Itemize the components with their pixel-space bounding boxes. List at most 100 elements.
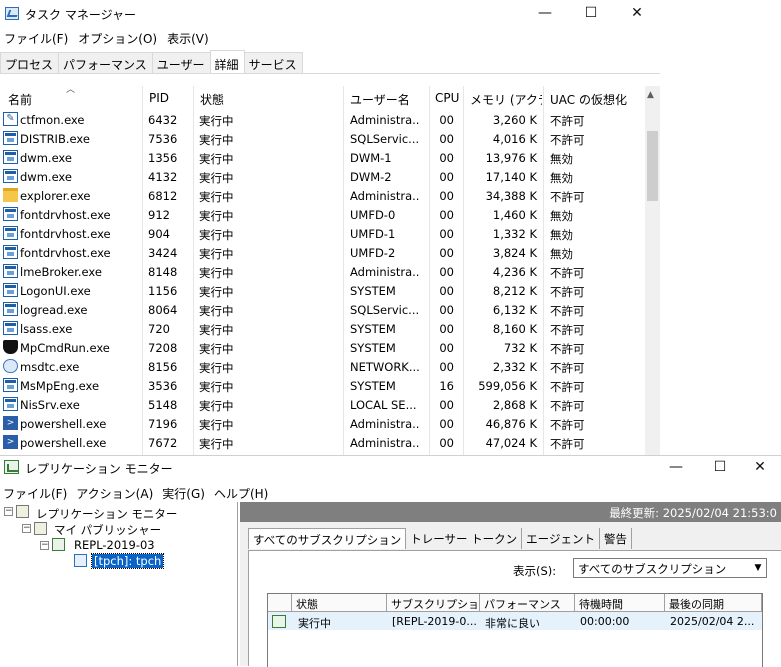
process-user: SYSTEM (350, 284, 396, 298)
table-row[interactable]: dwm.exe 4132 実行中 DWM-2 00 17,140 K 無効 (0, 167, 645, 186)
powershell-icon: > (3, 435, 18, 449)
powershell-icon: > (3, 416, 18, 430)
tree-node-publication[interactable]: REPL-2019-03 (74, 538, 155, 552)
table-row[interactable]: lmeBroker.exe 8148 実行中 Administra... 00 4,236… (0, 262, 645, 281)
column-status[interactable]: 状態 (292, 594, 387, 612)
column-icon[interactable] (268, 594, 292, 612)
process-memory: 732 K (503, 341, 537, 355)
process-name: powershell.exe (20, 417, 107, 431)
scroll-thumb[interactable] (647, 131, 658, 201)
tab-performance[interactable]: パフォーマンス (58, 52, 153, 73)
tab-processes[interactable]: プロセス (0, 52, 60, 73)
process-user: NETWORK... (350, 360, 420, 374)
column-performance[interactable]: パフォーマンス (480, 594, 575, 612)
column-cpu[interactable]: CPU (435, 91, 459, 105)
table-row[interactable]: NisSrv.exe 5148 実行中 LOCAL SE... 00 2,868 K 不許可 (0, 395, 645, 414)
tab-users[interactable]: ユーザー (151, 52, 211, 73)
process-status: 実行中 (199, 209, 234, 223)
table-row[interactable]: fontdrvhost.exe 3424 実行中 UMFD-2 00 3,824 K 無効 (0, 243, 645, 262)
process-pid: 7672 (148, 436, 178, 450)
process-name: ctfmon.exe (20, 113, 85, 127)
tree-node-subscription[interactable]: [tpch]: tpch (90, 553, 165, 569)
table-row[interactable]: fontdrvhost.exe 904 実行中 UMFD-1 00 1,332 K 無効 (0, 224, 645, 243)
process-pid: 720 (148, 322, 170, 336)
menu-view[interactable]: 表示(V) (163, 28, 215, 47)
minimize-button[interactable]: — (653, 456, 699, 480)
table-row[interactable]: msdtc.exe 8156 実行中 NETWORK... 00 2,332 K 不許可 (0, 357, 645, 376)
table-row[interactable]: LogonUI.exe 1156 実行中 SYSTEM 00 8,212 K 不許可 (0, 281, 645, 300)
table-row[interactable]: 実行中 [REPL-2019-0... 非常に良い 00:00:00 2025/… (268, 612, 762, 630)
close-button[interactable]: ✕ (614, 0, 660, 28)
menu-file[interactable]: ファイル(F) (0, 28, 74, 47)
table-row[interactable]: DISTRIB.exe 7536 実行中 SQLServic... 00 4,016 K 不… (0, 129, 645, 148)
tree-node-root[interactable]: レプリケーション モニター (36, 506, 177, 522)
process-status: 実行中 (199, 361, 234, 375)
tab-services[interactable]: サービス (243, 52, 303, 73)
process-pid: 904 (148, 227, 170, 241)
close-button[interactable]: ✕ (737, 456, 781, 480)
process-cpu: 00 (439, 246, 454, 260)
column-name[interactable]: 名前 (8, 91, 32, 108)
process-name: DISTRIB.exe (20, 132, 90, 146)
table-row[interactable]: ✎ ctfmon.exe 6432 実行中 Administra... 00 3,260 K… (0, 110, 645, 129)
last-update-text: 最終更新: 2025/02/04 21:53:0 (609, 506, 777, 520)
menu-file[interactable]: ファイル(F) (0, 484, 73, 502)
table-row[interactable]: lsass.exe 720 実行中 SYSTEM 00 8,160 K 不許可 (0, 319, 645, 338)
menu-go[interactable]: 実行(G) (159, 484, 211, 502)
scroll-up-icon[interactable]: ▲ (647, 90, 654, 100)
collapse-icon[interactable]: − (40, 541, 49, 550)
subscription-label[interactable]: [tpch]: tpch (90, 553, 165, 569)
process-uac: 不許可 (550, 418, 585, 432)
vertical-scrollbar[interactable]: ▲ (645, 86, 660, 456)
tree-node-publisher[interactable]: マイ パブリッシャー (54, 522, 161, 538)
process-name: NisSrv.exe (20, 398, 80, 412)
menu-help[interactable]: ヘルプ(H) (211, 484, 274, 502)
process-uac: 不許可 (550, 380, 585, 394)
minimize-button[interactable]: — (522, 0, 568, 28)
column-status[interactable]: 状態 (200, 91, 224, 108)
row-subscription: [REPL-2019-0... (392, 615, 477, 628)
table-row[interactable]: fontdrvhost.exe 912 実行中 UMFD-0 00 1,460 K 無効 (0, 205, 645, 224)
process-name: explorer.exe (20, 189, 91, 203)
table-row[interactable]: logread.exe 8064 実行中 SQLServic... 00 6,132 K 不… (0, 300, 645, 319)
process-status: 実行中 (199, 342, 234, 356)
window-icon (3, 264, 18, 278)
tab-all-subscriptions[interactable]: すべてのサブスクリプション (248, 528, 407, 549)
column-latency[interactable]: 待機時間 (575, 594, 665, 612)
process-uac: 無効 (550, 228, 573, 242)
table-row[interactable]: > powershell.exe 7672 実行中 Administra... 00 47,… (0, 433, 645, 452)
column-last-sync[interactable]: 最後の同期 (665, 594, 762, 612)
menu-action[interactable]: アクション(A) (73, 484, 159, 502)
maximize-button[interactable]: ☐ (568, 0, 614, 28)
chevron-down-icon[interactable]: ▼ (750, 559, 766, 577)
tab-warnings[interactable]: 警告 (600, 528, 632, 549)
table-row[interactable]: MsMpEng.exe 3536 実行中 SYSTEM 16 599,056 K 不許可 (0, 376, 645, 395)
tab-tracer-tokens[interactable]: トレーサー トークン (406, 528, 523, 549)
running-status-icon (272, 615, 286, 628)
collapse-icon[interactable]: − (22, 524, 31, 533)
process-user: Administra... (350, 113, 420, 127)
column-subscription[interactable]: サブスクリプション (387, 594, 480, 612)
menu-options[interactable]: オプション(O) (74, 28, 163, 47)
table-row[interactable]: > powershell.exe 7196 実行中 Administra... 00 46,… (0, 414, 645, 433)
tab-agents[interactable]: エージェント (522, 528, 600, 549)
column-memory[interactable]: メモリ (アクテ... (470, 91, 542, 108)
process-pid: 6432 (148, 113, 178, 127)
table-row[interactable]: dwm.exe 1356 実行中 DWM-1 00 13,976 K 無効 (0, 148, 645, 167)
monitor-icon (16, 505, 29, 518)
table-row[interactable]: MpCmdRun.exe 7208 実行中 SYSTEM 00 732 K 不許可 (0, 338, 645, 357)
column-uac[interactable]: UAC の仮想化 (550, 91, 627, 108)
column-pid[interactable]: PID (149, 91, 169, 105)
process-user: DWM-1 (350, 151, 392, 165)
process-name: lmeBroker.exe (20, 265, 102, 279)
tab-strip: プロセス パフォーマンス ユーザー 詳細 サービス (0, 50, 660, 74)
show-dropdown[interactable]: すべてのサブスクリプション ▼ (573, 558, 767, 578)
process-memory: 8,212 K (492, 284, 537, 298)
table-row[interactable]: explorer.exe 6812 実行中 Administra... 00 34,388… (0, 186, 645, 205)
column-user[interactable]: ユーザー名 (350, 91, 410, 108)
network-icon (3, 359, 18, 373)
process-pid: 7536 (148, 132, 178, 146)
process-user: Administra... (350, 417, 420, 431)
tab-details[interactable]: 詳細 (209, 50, 245, 73)
collapse-icon[interactable]: − (4, 507, 13, 516)
